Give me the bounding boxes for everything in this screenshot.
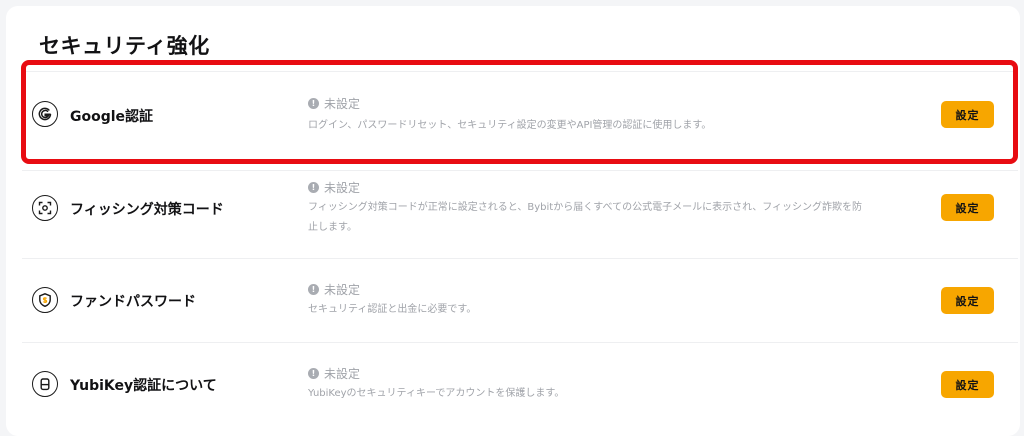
setup-button[interactable]: 設定	[941, 101, 994, 128]
status-text: 未設定	[324, 283, 361, 297]
status-text: 未設定	[324, 367, 361, 381]
item-description: フィッシング対策コードが正常に設定されると、Bybitから届くすべての公式電子メ…	[308, 202, 863, 233]
setup-button[interactable]: 設定	[941, 287, 994, 314]
status-text: 未設定	[324, 97, 361, 111]
security-item-yubikey: YubiKey認証について ! 未設定 YubiKeyのセキュリティキーでアカウ…	[22, 343, 1018, 424]
setup-button[interactable]: 設定	[941, 371, 994, 398]
status-text: 未設定	[324, 181, 361, 195]
status-label: ! 未設定	[308, 281, 360, 298]
item-name: ファンドパスワード	[70, 294, 196, 310]
security-item-google-auth: Google認証 ! 未設定 ログイン、パスワードリセット、セキュリティ設定の変…	[22, 72, 1018, 158]
item-description: YubiKeyのセキュリティキーでアカウントを保護します。	[308, 388, 565, 399]
item-description: セキュリティ認証と出金に必要です。	[308, 304, 477, 315]
yubikey-icon	[32, 371, 58, 397]
security-item-anti-phishing: フィッシング対策コード ! 未設定 フィッシング対策コードが正常に設定されると、…	[22, 171, 1018, 257]
shield-dollar-icon	[32, 287, 58, 313]
exclamation-icon: !	[308, 98, 319, 109]
exclamation-icon: !	[308, 182, 319, 193]
scan-code-icon	[32, 195, 58, 221]
exclamation-icon: !	[308, 368, 319, 379]
status-label: ! 未設定	[308, 365, 360, 382]
item-name: フィッシング対策コード	[70, 202, 224, 218]
item-name: Google認証	[70, 109, 154, 125]
page-title: セキュリティ強化	[39, 34, 210, 58]
status-label: ! 未設定	[308, 95, 360, 112]
exclamation-icon: !	[308, 284, 319, 295]
google-icon	[32, 101, 58, 127]
status-label: ! 未設定	[308, 179, 360, 196]
security-item-fund-password: ファンドパスワード ! 未設定 セキュリティ認証と出金に必要です。 設定	[22, 259, 1018, 341]
item-name: YubiKey認証について	[70, 378, 217, 394]
setup-button[interactable]: 設定	[941, 194, 994, 221]
item-description: ログイン、パスワードリセット、セキュリティ設定の変更やAPI管理の認証に使用しま…	[308, 120, 712, 131]
